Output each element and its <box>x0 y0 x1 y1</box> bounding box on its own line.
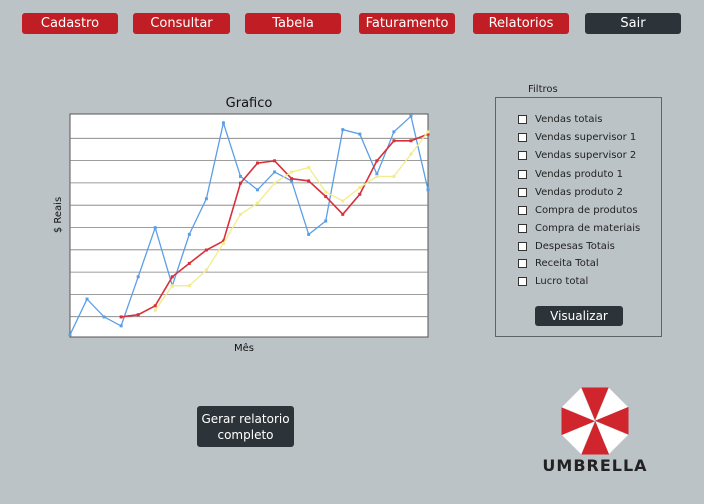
logo-wordmark: UMBRELLA <box>542 456 648 475</box>
chart-point <box>221 121 225 125</box>
filter-vendas-supervisor-1[interactable]: Vendas supervisor 1 <box>518 131 636 143</box>
filter-compra-de-produtos[interactable]: Compra de produtos <box>518 204 638 216</box>
visualizar-button[interactable]: Visualizar <box>535 306 623 326</box>
chart-point <box>375 159 379 163</box>
generate-report-button[interactable]: Gerar relatorio completo <box>197 406 294 447</box>
filter-checkbox[interactable] <box>518 169 527 179</box>
chart-y-axis-label: $ Reais <box>53 197 64 233</box>
chart-point <box>358 186 362 190</box>
chart-point <box>409 152 413 156</box>
chart-point <box>238 212 242 216</box>
chart-point <box>221 241 225 245</box>
chart-point <box>392 174 396 178</box>
filter-label: Vendas supervisor 2 <box>535 149 637 161</box>
chart-point <box>409 139 413 143</box>
chart-point <box>273 170 277 174</box>
chart-point <box>68 333 72 337</box>
chart-point <box>273 159 277 163</box>
chart-point <box>341 212 345 216</box>
chart-point <box>102 315 106 319</box>
filter-label: Vendas totais <box>535 113 603 125</box>
filters-title: Filtros <box>528 84 558 95</box>
chart-title: Grafico <box>226 96 273 111</box>
filter-receita-total[interactable]: Receita Total <box>518 257 599 269</box>
filter-checkbox[interactable] <box>518 205 527 215</box>
chart-point <box>187 284 191 288</box>
chart-point <box>238 181 242 185</box>
filter-label: Despesas Totais <box>535 240 615 252</box>
generate-report-label-line2: completo <box>217 427 274 442</box>
chart-point <box>238 174 242 178</box>
filter-vendas-produto-2[interactable]: Vendas produto 2 <box>518 186 623 198</box>
filter-checkbox[interactable] <box>518 241 527 251</box>
chart-point <box>392 139 396 143</box>
chart-point <box>375 174 379 178</box>
chart-point <box>204 268 208 272</box>
umbrella-logo-icon <box>561 387 629 455</box>
filter-despesas-totais[interactable]: Despesas Totais <box>518 240 615 252</box>
chart-point <box>153 226 157 230</box>
chart-point <box>85 297 89 301</box>
chart-point <box>273 181 277 185</box>
chart-plot-area <box>69 113 429 338</box>
chart-point <box>256 201 260 205</box>
filter-checkbox[interactable] <box>518 132 527 142</box>
filter-label: Vendas supervisor 1 <box>535 131 637 143</box>
chart-point <box>426 188 430 192</box>
chart-point <box>170 284 174 288</box>
chart-point <box>290 170 294 174</box>
filter-label: Compra de produtos <box>535 204 638 216</box>
chart-point <box>307 179 311 183</box>
chart-point <box>290 177 294 181</box>
filter-label: Vendas produto 2 <box>535 186 624 198</box>
chart-point <box>358 192 362 196</box>
chart-point <box>409 114 413 118</box>
chart-point <box>136 313 140 317</box>
chart-point <box>187 261 191 265</box>
filter-checkbox[interactable] <box>518 150 527 160</box>
chart-point <box>187 232 191 236</box>
filter-checkbox[interactable] <box>518 276 527 286</box>
filter-checkbox[interactable] <box>518 114 527 124</box>
filter-lucro-total[interactable]: Lucro total <box>518 275 588 287</box>
chart-point <box>307 232 311 236</box>
chart-point <box>392 130 396 134</box>
chart-point <box>358 132 362 136</box>
chart-point <box>341 199 345 203</box>
chart-point <box>119 324 123 328</box>
chart-x-axis-label: Mês <box>234 342 254 354</box>
filter-vendas-totais[interactable]: Vendas totais <box>518 113 603 125</box>
filter-label: Compra de materiais <box>535 222 641 234</box>
chart-point <box>170 275 174 279</box>
filter-checkbox[interactable] <box>518 258 527 268</box>
chart-point <box>136 275 140 279</box>
chart-point <box>256 188 260 192</box>
chart-point <box>307 166 311 170</box>
filter-checkbox[interactable] <box>518 223 527 233</box>
chart-point <box>153 308 157 312</box>
chart-point <box>426 130 430 134</box>
chart-point <box>204 248 208 252</box>
filter-vendas-produto-1[interactable]: Vendas produto 1 <box>518 168 623 180</box>
chart-point <box>153 304 157 308</box>
chart-point <box>324 195 328 199</box>
chart-point <box>119 315 123 319</box>
chart-point <box>341 128 345 132</box>
chart-point <box>324 190 328 194</box>
chart-point <box>256 161 260 165</box>
filter-compra-de-materiais[interactable]: Compra de materiais <box>518 222 640 234</box>
filter-label: Lucro total <box>535 275 589 287</box>
chart-point <box>204 197 208 201</box>
filter-label: Receita Total <box>535 257 599 269</box>
generate-report-label-line1: Gerar relatorio <box>201 411 290 426</box>
chart-point <box>324 219 328 223</box>
filter-checkbox[interactable] <box>518 187 527 197</box>
filter-label: Vendas produto 1 <box>535 168 624 180</box>
filter-vendas-supervisor-2[interactable]: Vendas supervisor 2 <box>518 149 636 161</box>
